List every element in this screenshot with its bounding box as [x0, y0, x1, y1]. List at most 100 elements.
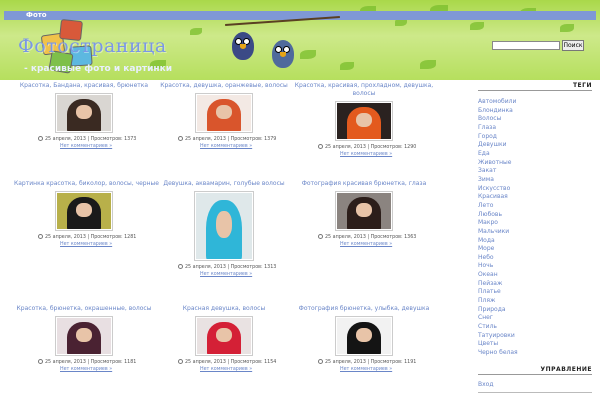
sidebar: ТЕГИ Автомобили Блондинка Волосы Глаза Г… — [478, 82, 592, 393]
site-header: Фото Фотостраница - красивые фото и карт… — [0, 0, 600, 80]
comments-link[interactable]: Нет комментариев » — [14, 242, 154, 248]
tag-link[interactable]: Природа — [478, 306, 592, 315]
post-thumbnail[interactable] — [55, 191, 113, 231]
nav-item-photo[interactable]: Фото — [26, 11, 47, 20]
tag-link[interactable]: Блондинка — [478, 107, 592, 116]
management-heading: УПРАВЛЕНИЕ — [478, 366, 592, 375]
tag-link[interactable]: Океан — [478, 271, 592, 280]
tag-link[interactable]: Платье — [478, 288, 592, 297]
tag-link[interactable]: Ночь — [478, 262, 592, 271]
post-meta: 25 апреля, 2013 | Просмотров: 1373 — [14, 136, 154, 143]
tag-link[interactable]: Еда — [478, 150, 592, 159]
comments-link[interactable]: Нет комментариев » — [14, 144, 154, 150]
post-card: Красотка, девушка, оранжевые, волосы 25 … — [154, 82, 294, 150]
leaf-decoration — [340, 62, 354, 70]
post-meta: 25 апреля, 2013 | Просмотров: 1363 — [294, 234, 434, 241]
clock-icon — [178, 136, 183, 141]
comments-link[interactable]: Нет комментариев » — [294, 367, 434, 373]
post-meta: 25 апреля, 2013 | Просмотров: 1313 — [154, 264, 294, 271]
tag-link[interactable]: Животные — [478, 159, 592, 168]
leaf-decoration — [190, 28, 202, 35]
tag-list: Автомобили Блондинка Волосы Глаза Город … — [478, 98, 592, 358]
tag-link[interactable]: Волосы — [478, 115, 592, 124]
tag-link[interactable]: Лето — [478, 202, 592, 211]
post-thumbnail[interactable] — [55, 316, 113, 356]
post-thumbnail[interactable] — [195, 93, 253, 133]
post-card: Картинка красотка, биколор, волосы, черн… — [14, 180, 159, 248]
post-title[interactable]: Красотка, Бандана, красивая, брюнетка — [14, 82, 154, 90]
comments-link[interactable]: Нет комментариев » — [294, 242, 434, 248]
tag-link[interactable]: Зима — [478, 176, 592, 185]
comments-link[interactable]: Нет комментариев » — [294, 152, 434, 158]
post-meta: 25 апреля, 2013 | Просмотров: 1181 — [14, 359, 154, 366]
tag-link[interactable]: Море — [478, 245, 592, 254]
post-title[interactable]: Фотография красивая брюнетка, глаза — [294, 180, 434, 188]
post-card: Красная девушка, волосы 25 апреля, 2013 … — [154, 305, 294, 373]
search-button[interactable]: Поиск — [562, 40, 584, 51]
leaf-decoration — [300, 50, 316, 59]
tag-link[interactable]: Глаза — [478, 124, 592, 133]
tag-link[interactable]: Красивая — [478, 193, 592, 202]
post-card: Фотография красивая брюнетка, глаза 25 а… — [294, 180, 434, 248]
post-thumbnail[interactable] — [55, 93, 113, 133]
post-meta: 25 апреля, 2013 | Просмотров: 1154 — [154, 359, 294, 366]
comments-link[interactable]: Нет комментариев » — [154, 272, 294, 278]
site-subtitle: - красивые фото и картинки — [24, 64, 173, 74]
leaf-decoration — [470, 22, 484, 30]
tag-link[interactable]: Мальчики — [478, 228, 592, 237]
post-title[interactable]: Красотка, брюнетка, окрашенные, волосы — [14, 305, 154, 313]
tag-link[interactable]: Цветы — [478, 340, 592, 349]
post-card: Красотка, красивая, прохладном, девушка,… — [294, 82, 434, 158]
post-title[interactable]: Картинка красотка, биколор, волосы, черн… — [14, 180, 159, 188]
post-thumbnail[interactable] — [194, 191, 254, 261]
post-meta: 25 апреля, 2013 | Просмотров: 1379 — [154, 136, 294, 143]
comments-link[interactable]: Нет комментариев » — [154, 367, 294, 373]
post-thumbnail[interactable] — [335, 101, 393, 141]
post-meta: 25 апреля, 2013 | Просмотров: 1191 — [294, 359, 434, 366]
clock-icon — [38, 234, 43, 239]
post-meta: 25 апреля, 2013 | Просмотров: 1281 — [14, 234, 154, 241]
comments-link[interactable]: Нет комментариев » — [14, 367, 154, 373]
tag-link[interactable]: Пейзаж — [478, 280, 592, 289]
management-list: Вход — [478, 381, 592, 389]
post-title[interactable]: Красная девушка, волосы — [154, 305, 294, 313]
post-title[interactable]: Фотография брюнетка, улыбка, девушка — [294, 305, 434, 313]
bird-icon — [232, 32, 254, 60]
tag-link[interactable]: Стиль — [478, 323, 592, 332]
site-title[interactable]: Фотостраница — [18, 35, 167, 57]
leaf-decoration — [560, 24, 574, 32]
post-card: Красотка, Бандана, красивая, брюнетка 25… — [14, 82, 154, 150]
tag-link[interactable]: Искусство — [478, 185, 592, 194]
tag-link[interactable]: Татуировки — [478, 332, 592, 341]
post-thumbnail[interactable] — [335, 191, 393, 231]
clock-icon — [178, 264, 183, 269]
tags-heading: ТЕГИ — [478, 82, 592, 91]
post-title[interactable]: Красотка, красивая, прохладном, девушка,… — [294, 82, 434, 98]
tag-link[interactable]: Закат — [478, 167, 592, 176]
post-thumbnail[interactable] — [195, 316, 253, 356]
clock-icon — [318, 144, 323, 149]
post-title[interactable]: Девушка, аквамарин, голубые волосы — [154, 180, 294, 188]
tag-link[interactable]: Небо — [478, 254, 592, 263]
clock-icon — [318, 234, 323, 239]
tag-link[interactable]: Пляж — [478, 297, 592, 306]
clock-icon — [38, 359, 43, 364]
tag-link[interactable]: Девушки — [478, 141, 592, 150]
tag-link[interactable]: Город — [478, 133, 592, 142]
comments-link[interactable]: Нет комментариев » — [154, 144, 294, 150]
clock-icon — [38, 136, 43, 141]
tag-link[interactable]: Автомобили — [478, 98, 592, 107]
clock-icon — [318, 359, 323, 364]
tag-link[interactable]: Любовь — [478, 211, 592, 220]
tag-link[interactable]: Мода — [478, 237, 592, 246]
tag-link[interactable]: Черно белая — [478, 349, 592, 358]
tag-link[interactable]: Макро — [478, 219, 592, 228]
bird-icon — [272, 40, 294, 68]
post-title[interactable]: Красотка, девушка, оранжевые, волосы — [154, 82, 294, 90]
login-link[interactable]: Вход — [478, 381, 592, 389]
clock-icon — [178, 359, 183, 364]
tag-link[interactable]: Снег — [478, 314, 592, 323]
sidebar-divider — [478, 391, 592, 393]
search-input[interactable] — [492, 41, 560, 50]
post-thumbnail[interactable] — [335, 316, 393, 356]
